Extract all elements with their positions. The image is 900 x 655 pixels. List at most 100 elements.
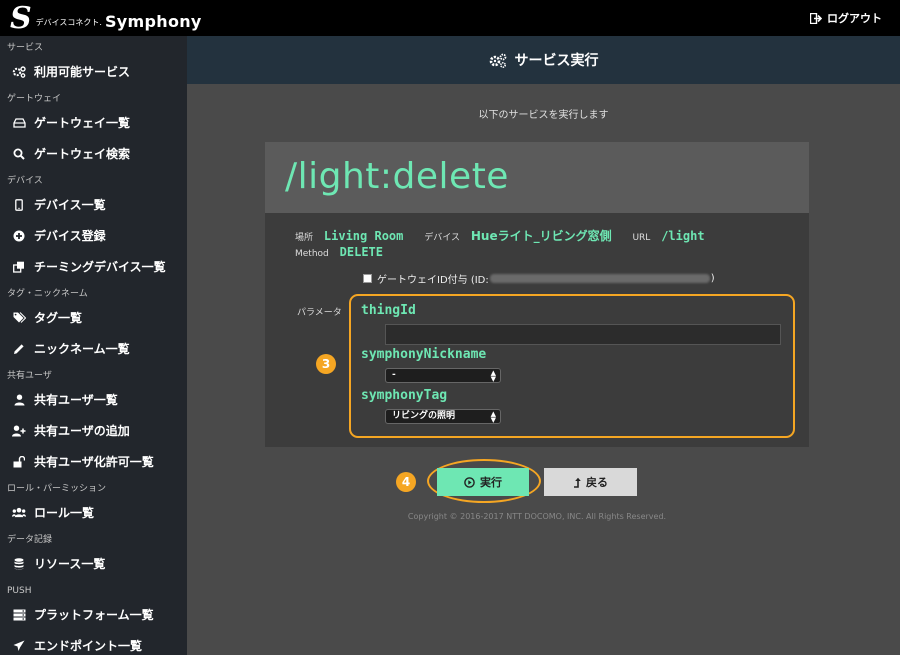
sidebar-section-title: タグ・ニックネーム: [7, 289, 88, 299]
sidebar-section-title: ゲートウェイ: [7, 94, 62, 104]
sidebar-item-label: 利用可能サービス: [34, 65, 131, 79]
top-bar: S デバイスコネクト. Symphony ログアウト: [0, 0, 900, 36]
sidebar-item-label: プラットフォーム一覧: [34, 608, 154, 622]
user-icon: [12, 393, 26, 407]
page-title: サービス実行: [514, 53, 599, 69]
sidebar-item-device-register[interactable]: デバイス登録: [0, 220, 187, 251]
unlock-icon: [12, 455, 26, 469]
sidebar-item-tag-list[interactable]: タグ一覧: [0, 302, 187, 333]
logout-button[interactable]: ログアウト: [810, 10, 882, 26]
back-label: 戻る: [586, 476, 608, 489]
user-plus-icon: [12, 424, 26, 438]
sidebar-item-label: デバイス一覧: [34, 198, 106, 212]
gateway-id-label-end: ): [710, 273, 715, 284]
sidebar-item-shared-user-permissions[interactable]: 共有ユーザ化許可一覧: [0, 446, 187, 477]
sidebar-section-title: PUSH: [7, 586, 32, 596]
tag-select[interactable]: リビングの照明 ▲ ▼: [385, 409, 501, 424]
sidebar-item-label: デバイス登録: [34, 229, 106, 243]
method-value: DELETE: [339, 245, 383, 259]
sidebar-item-label: タグ一覧: [34, 311, 83, 325]
sidebar-section-title: デバイス: [7, 176, 43, 186]
sidebar-item-label: エンドポイント一覧: [34, 639, 143, 653]
execute-label: 実行: [480, 476, 502, 489]
gateway-id-checkbox[interactable]: [363, 274, 372, 283]
sidebar-item-device-list[interactable]: デバイス一覧: [0, 189, 187, 220]
intro-text: 以下のサービスを実行します: [478, 110, 609, 121]
place-value: Living Room: [323, 229, 404, 243]
nickname-select-value: -: [392, 370, 396, 380]
sidebar: サービス 利用可能サービス ゲートウェイ ゲートウェイ一覧 ゲートウェイ検索 デ…: [0, 36, 187, 655]
logo-subtitle: デバイスコネクト.: [35, 18, 102, 27]
sidebar-item-label: 共有ユーザの追加: [34, 424, 130, 438]
copyright: Copyright © 2016-2017 NTT DOCOMO, INC. A…: [407, 512, 667, 521]
back-button[interactable]: 戻る: [544, 468, 637, 496]
sidebar-item-label: チーミングデバイス一覧: [34, 260, 166, 274]
sidebar-item-label: ロール一覧: [34, 506, 95, 520]
sidebar-item-shared-user-list[interactable]: 共有ユーザ一覧: [0, 384, 187, 415]
place-label: 場所: [295, 233, 314, 243]
url-value: /light: [661, 229, 705, 243]
service-path: /light:delete: [285, 156, 509, 197]
search-icon: [12, 147, 26, 161]
service-panel: /light:delete 場所 Living Room デバイス Hueライト…: [265, 142, 809, 447]
logout-label: ログアウト: [827, 12, 882, 25]
sidebar-section-title: データ記録: [7, 535, 53, 545]
device-value: Hueライト_リビング窓側: [470, 229, 612, 243]
database-icon: [12, 557, 26, 571]
mobile-icon: [12, 198, 26, 212]
select-arrows-icon: ▲ ▼: [490, 410, 496, 424]
plus-circle-icon: [12, 229, 26, 243]
main-content: サービス実行 以下のサービスを実行します /light:delete 場所 Li…: [187, 36, 900, 655]
params-box: thingId symphonyNickname - ▲ ▼ symphonyTa…: [349, 294, 795, 438]
send-icon: [12, 639, 26, 653]
logo-mark: S: [10, 1, 32, 36]
sidebar-item-label: ゲートウェイ検索: [34, 147, 131, 161]
nickname-select[interactable]: - ▲ ▼: [385, 368, 501, 383]
clone-icon: [12, 260, 26, 274]
pencil-icon: [12, 342, 26, 356]
users-icon: [12, 506, 26, 520]
tag-label: symphonyTag: [361, 388, 448, 403]
service-meta: 場所 Living Room デバイス Hueライト_リビング窓側 URL /l…: [295, 229, 723, 261]
logo-title: Symphony: [104, 12, 202, 31]
sidebar-item-nickname-list[interactable]: ニックネーム一覧: [0, 333, 187, 364]
level-up-icon: [574, 477, 581, 488]
sidebar-item-available-services[interactable]: 利用可能サービス: [0, 56, 187, 87]
sidebar-item-gateway-list[interactable]: ゲートウェイ一覧: [0, 107, 187, 138]
sidebar-item-label: リソース一覧: [34, 557, 106, 571]
step-badge-3: 3: [316, 354, 336, 374]
sidebar-item-platform-list[interactable]: プラットフォーム一覧: [0, 599, 187, 630]
server-icon: [12, 608, 26, 622]
hdd-icon: [12, 116, 26, 130]
gears-icon: [12, 65, 26, 79]
sidebar-section-title: サービス: [7, 43, 44, 53]
thing-id-label: thingId: [361, 303, 416, 318]
step-badge-4: 4: [396, 472, 416, 492]
execute-button[interactable]: 実行: [437, 468, 529, 496]
sidebar-item-label: ゲートウェイ一覧: [34, 116, 131, 130]
device-label: デバイス: [424, 233, 460, 243]
gateway-id-option: ゲートウェイID付与 (ID: ): [363, 271, 715, 286]
page-header: サービス実行: [187, 36, 900, 84]
sidebar-item-teaming-devices[interactable]: チーミングデバイス一覧: [0, 251, 187, 282]
sidebar-section-title: ロール・パーミッション: [7, 484, 107, 494]
nickname-label: symphonyNickname: [361, 347, 487, 362]
sidebar-item-role-list[interactable]: ロール一覧: [0, 497, 187, 528]
sidebar-item-gateway-search[interactable]: ゲートウェイ検索: [0, 138, 187, 169]
method-label: Method: [295, 249, 329, 259]
params-label: パラメータ: [297, 308, 342, 318]
thing-id-input[interactable]: [385, 324, 781, 345]
play-circle-icon: [464, 476, 475, 488]
gateway-id-redacted: [489, 274, 710, 283]
gears-icon: [489, 53, 506, 68]
sidebar-item-label: 共有ユーザ一覧: [34, 393, 118, 407]
gateway-id-label: ゲートウェイID付与 (ID:: [377, 275, 489, 286]
sidebar-item-label: 共有ユーザ化許可一覧: [34, 455, 154, 469]
sidebar-item-add-shared-user[interactable]: 共有ユーザの追加: [0, 415, 187, 446]
select-arrows-icon: ▲ ▼: [490, 369, 496, 383]
url-label: URL: [632, 233, 651, 243]
sidebar-item-resource-list[interactable]: リソース一覧: [0, 548, 187, 579]
sidebar-item-endpoint-list[interactable]: エンドポイント一覧: [0, 630, 187, 655]
app-logo[interactable]: S デバイスコネクト. Symphony: [10, 2, 202, 34]
tag-select-value: リビングの照明: [392, 411, 456, 421]
